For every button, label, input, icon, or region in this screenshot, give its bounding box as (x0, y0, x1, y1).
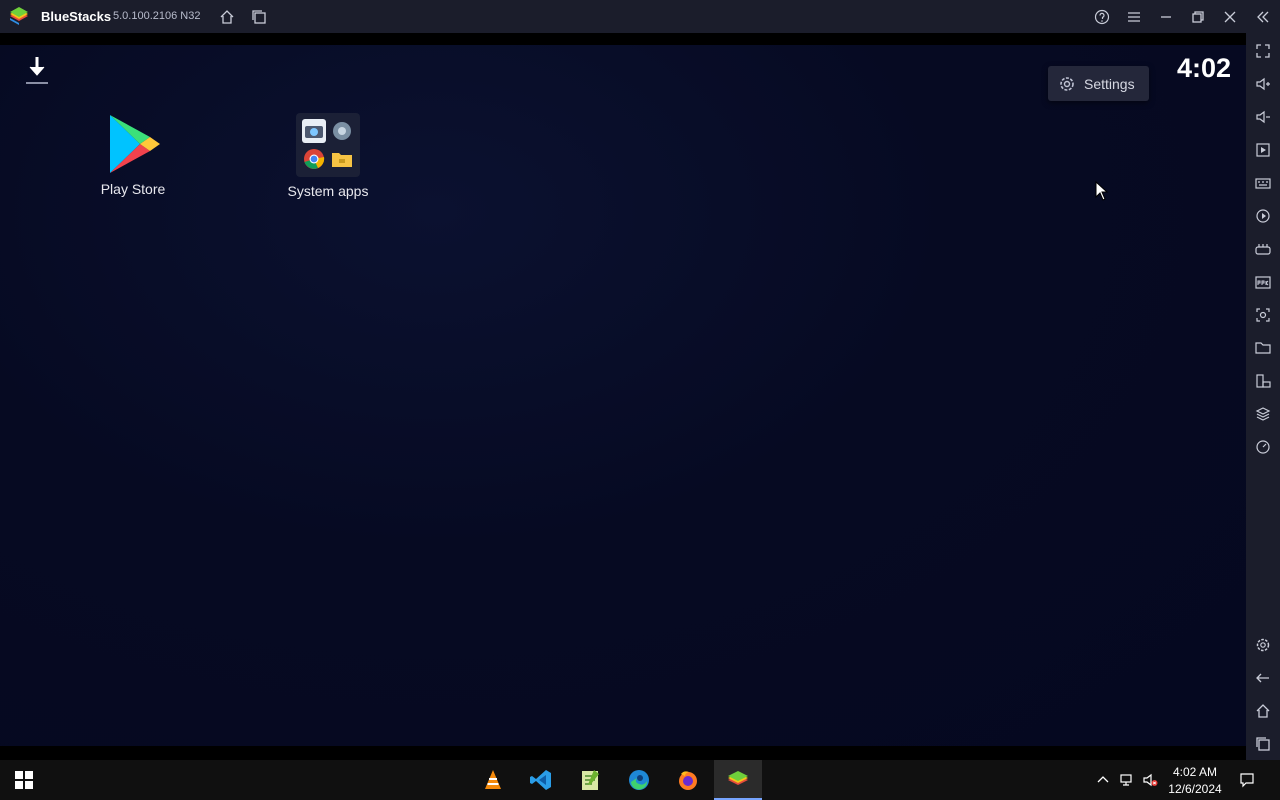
volume-down-icon[interactable] (1254, 108, 1272, 126)
bluestacks-icon (728, 771, 748, 785)
system-apps-label: System apps (287, 183, 369, 199)
macro-icon[interactable] (1254, 207, 1272, 225)
screen-bottom-border (0, 746, 1246, 758)
app-version: 5.0.100.2106 N32 (113, 10, 201, 22)
collapse-sidebar-icon[interactable] (1254, 8, 1272, 26)
tray-clock[interactable]: 4:02 AM 12/6/2024 (1166, 764, 1224, 798)
taskbar-vlc[interactable] (469, 760, 517, 800)
camera-icon (302, 119, 326, 143)
system-apps-folder[interactable]: System apps (268, 113, 388, 199)
start-button[interactable] (0, 760, 48, 800)
eco-mode-icon[interactable] (1254, 438, 1272, 456)
bluestacks-logo (10, 7, 28, 25)
android-home-screen[interactable]: 4:02 Play Store System apps Settings (0, 33, 1246, 758)
tray-time: 4:02 AM (1172, 765, 1218, 779)
help-icon[interactable] (1093, 8, 1111, 26)
multi-instance-icon[interactable] (250, 8, 268, 26)
restore-icon[interactable] (1189, 8, 1207, 26)
vscode-icon (530, 770, 551, 790)
mouse-cursor-icon (1095, 181, 1109, 201)
windows-taskbar: 4:02 AM 12/6/2024 (0, 760, 1280, 800)
menu-icon[interactable] (1125, 8, 1143, 26)
settings-app-icon (330, 119, 354, 143)
taskbar-vscode[interactable] (517, 760, 565, 800)
taskbar-notepad-plus-plus[interactable] (566, 760, 614, 800)
taskbar-bluestacks[interactable] (714, 760, 762, 800)
settings-tooltip-label: Settings (1084, 75, 1135, 92)
folder-icon (296, 113, 360, 177)
tray-date: 12/6/2024 (1168, 782, 1222, 796)
close-icon[interactable] (1221, 8, 1239, 26)
home-icon[interactable] (218, 8, 236, 26)
settings-tooltip[interactable]: Settings (1048, 66, 1149, 101)
play-store-label: Play Store (100, 181, 166, 197)
recent-apps-icon[interactable] (1254, 735, 1272, 753)
files-icon (330, 147, 354, 171)
download-icon[interactable] (24, 55, 50, 87)
minimize-icon[interactable] (1157, 8, 1175, 26)
fullscreen-icon[interactable] (1254, 42, 1272, 60)
apk-install-icon[interactable] (1254, 273, 1272, 291)
android-home-icon[interactable] (1254, 702, 1272, 720)
keyboard-icon[interactable] (1254, 174, 1272, 192)
play-store-app[interactable]: Play Store (73, 113, 193, 197)
back-icon[interactable] (1254, 669, 1272, 687)
media-icon[interactable] (1254, 141, 1272, 159)
title-bar: BlueStacks 5.0.100.2106 N32 (0, 0, 1280, 33)
taskbar-edge[interactable] (615, 760, 663, 800)
folder-icon[interactable] (1254, 339, 1272, 357)
layers-icon[interactable] (1254, 405, 1272, 423)
tray-chevron-up-icon[interactable] (1094, 771, 1112, 789)
vlc-icon (485, 770, 501, 789)
play-store-icon (110, 115, 160, 173)
windows-logo-icon (15, 771, 33, 789)
taskbar-firefox[interactable] (664, 760, 712, 800)
screen-top-border (0, 33, 1246, 45)
notifications-icon[interactable] (1238, 771, 1256, 789)
chrome-icon (302, 147, 326, 171)
app-title: BlueStacks (41, 9, 112, 24)
firefox-icon (679, 771, 697, 790)
gear-icon (1060, 76, 1074, 91)
screenshot-icon[interactable] (1254, 306, 1272, 324)
volume-muted-icon[interactable] (1141, 771, 1159, 789)
rotate-icon[interactable] (1254, 372, 1272, 390)
game-controls-icon[interactable] (1254, 240, 1272, 258)
network-icon[interactable] (1118, 771, 1136, 789)
clock: 4:02 (1176, 53, 1231, 83)
right-sidebar (1246, 33, 1280, 760)
edge-icon (629, 770, 649, 790)
settings-icon[interactable] (1254, 636, 1272, 654)
notepad-plus-plus-icon (582, 770, 599, 790)
volume-up-icon[interactable] (1254, 75, 1272, 93)
